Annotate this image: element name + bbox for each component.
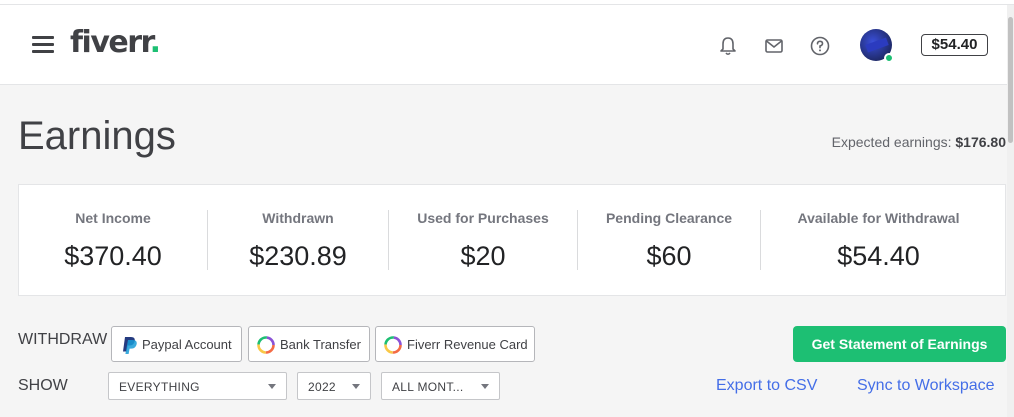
select-value: EVERYTHING xyxy=(119,380,200,394)
balance-badge[interactable]: $54.40 xyxy=(921,34,988,56)
withdraw-label: WITHDRAW xyxy=(18,331,108,348)
ring-icon xyxy=(384,336,402,354)
menu-icon[interactable] xyxy=(32,36,54,54)
top-navigation-bar: fiverr. $54.40 xyxy=(0,5,1007,85)
month-filter-select[interactable]: ALL MONT... xyxy=(381,372,500,400)
stat-label: Net Income xyxy=(75,210,151,226)
stat-value: $370.40 xyxy=(64,241,162,271)
stat-value: $20 xyxy=(460,241,506,271)
show-label: SHOW xyxy=(18,377,68,394)
bank-transfer-label: Bank Transfer xyxy=(280,337,361,352)
paypal-icon xyxy=(123,337,137,354)
export-to-csv-link[interactable]: Export to CSV xyxy=(716,377,817,395)
expected-earnings: Expected earnings: $176.80 xyxy=(831,134,1006,150)
paypal-account-label: Paypal Account xyxy=(142,337,232,352)
online-status-dot xyxy=(884,53,894,63)
stat-pending-clearance: Pending Clearance $60 xyxy=(578,185,760,295)
bank-transfer-button[interactable]: Bank Transfer xyxy=(248,326,370,362)
page-title: Earnings xyxy=(18,114,176,158)
chevron-down-icon xyxy=(481,384,489,389)
stat-available-for-withdrawal: Available for Withdrawal $54.40 xyxy=(761,185,996,295)
activity-filter-select[interactable]: EVERYTHING xyxy=(108,372,287,400)
help-icon[interactable] xyxy=(809,35,831,57)
stat-value: $54.40 xyxy=(837,241,920,271)
chevron-down-icon xyxy=(352,384,360,389)
stat-value: $60 xyxy=(646,241,692,271)
chevron-down-icon xyxy=(268,384,276,389)
fiverr-revenue-card-label: Fiverr Revenue Card xyxy=(407,337,528,352)
mail-icon[interactable] xyxy=(763,35,785,57)
stat-label: Pending Clearance xyxy=(605,210,733,226)
stat-label: Available for Withdrawal xyxy=(797,210,960,226)
avatar[interactable] xyxy=(860,29,894,63)
fiverr-logo[interactable]: fiverr. xyxy=(70,25,161,60)
stat-used-for-purchases: Used for Purchases $20 xyxy=(389,185,577,295)
fiverr-revenue-card-button[interactable]: Fiverr Revenue Card xyxy=(375,326,535,362)
sync-to-workspace-link[interactable]: Sync to Workspace xyxy=(857,377,995,395)
ring-icon xyxy=(257,336,275,354)
scrollbar-thumb[interactable] xyxy=(1008,17,1013,143)
get-statement-button[interactable]: Get Statement of Earnings xyxy=(793,326,1006,362)
stat-label: Withdrawn xyxy=(262,210,334,226)
select-value: 2022 xyxy=(308,380,336,394)
stat-value: $230.89 xyxy=(249,241,347,271)
year-filter-select[interactable]: 2022 xyxy=(297,372,371,400)
select-value: ALL MONT... xyxy=(392,380,464,394)
stat-net-income: Net Income $370.40 xyxy=(19,185,207,295)
earnings-summary-card: Net Income $370.40 Withdrawn $230.89 Use… xyxy=(18,184,1006,296)
stat-label: Used for Purchases xyxy=(417,210,549,226)
stat-withdrawn: Withdrawn $230.89 xyxy=(208,185,388,295)
scrollbar[interactable] xyxy=(1007,5,1014,417)
bell-icon[interactable] xyxy=(717,35,739,57)
paypal-account-button[interactable]: Paypal Account xyxy=(111,326,242,362)
